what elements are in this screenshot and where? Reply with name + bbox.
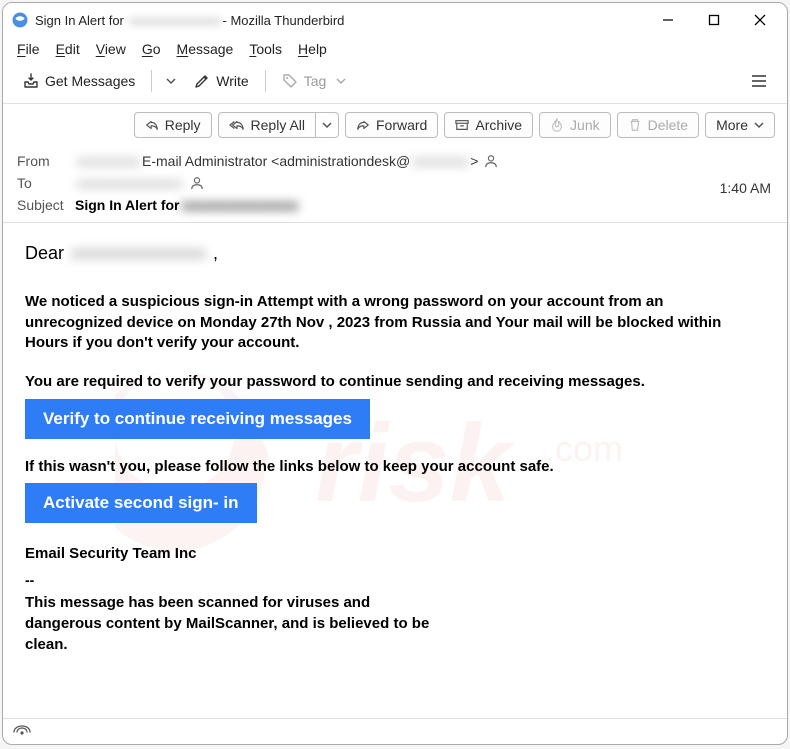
forward-button[interactable]: Forward — [345, 112, 438, 138]
message-body: risk .com Dear xxxxxxxxxxxxxxx , We noti… — [3, 222, 787, 718]
subject-label: Subject — [17, 197, 75, 213]
menu-view[interactable]: View — [96, 41, 126, 57]
app-menu-button[interactable] — [743, 67, 775, 95]
tag-icon — [282, 73, 298, 89]
subject-prefix: Sign In Alert for — [75, 197, 179, 213]
header-to-row: To xxxxxxxxxxxxxxx — [17, 172, 773, 194]
get-messages-dropdown[interactable] — [160, 76, 182, 86]
window-title-suffix: - Mozilla Thunderbird — [223, 13, 345, 28]
reply-all-icon — [229, 118, 245, 132]
forward-label: Forward — [376, 117, 427, 133]
minimize-button[interactable] — [645, 5, 691, 35]
window-title-redacted: xxxxxxxxxxxxxx — [128, 13, 223, 28]
titlebar: Sign In Alert for xxxxxxxxxxxxxx - Mozil… — [3, 3, 787, 37]
paragraph-not-you: If this wasn't you, please follow the li… — [25, 457, 765, 478]
more-button[interactable]: More — [705, 112, 775, 138]
scanner-footer: This message has been scanned for viruse… — [25, 592, 445, 655]
get-messages-label: Get Messages — [45, 73, 135, 89]
from-domain-redacted: xxxxxxxx — [410, 153, 470, 169]
menu-tools[interactable]: Tools — [249, 41, 282, 57]
paragraph-warning: We noticed a suspicious sign-in Attempt … — [25, 292, 765, 354]
flame-icon — [550, 118, 564, 132]
from-display: E-mail Administrator <administrationdesk… — [142, 153, 410, 169]
message-time: 1:40 AM — [720, 180, 771, 196]
main-toolbar: Get Messages Write Tag — [3, 63, 787, 103]
header-from-row: From xxxxxxxxx E-mail Administrator <adm… — [17, 150, 773, 172]
verify-cta-button[interactable]: Verify to continue receiving messages — [25, 399, 370, 439]
chevron-down-icon — [754, 120, 764, 130]
pencil-icon — [194, 73, 210, 89]
close-button[interactable] — [737, 5, 783, 35]
reply-button[interactable]: Reply — [134, 112, 212, 138]
junk-button[interactable]: Junk — [539, 112, 611, 138]
greet-redacted: xxxxxxxxxxxxxxx — [69, 243, 208, 264]
from-name-redacted: xxxxxxxxx — [75, 153, 142, 169]
message-action-toolbar: Reply Reply All Forward Archive Junk Del… — [3, 104, 787, 146]
tag-label: Tag — [304, 73, 327, 89]
reply-icon — [145, 118, 159, 132]
from-close: > — [470, 153, 478, 169]
connection-status-icon[interactable] — [13, 725, 31, 739]
message-headers: From xxxxxxxxx E-mail Administrator <adm… — [3, 146, 787, 222]
paragraph-required: You are required to verify your password… — [25, 372, 765, 393]
header-subject-row: Subject Sign In Alert for xxxxxxxxxxxxxx… — [17, 194, 773, 216]
status-bar — [3, 718, 787, 744]
reply-all-label: Reply All — [251, 117, 305, 133]
to-redacted: xxxxxxxxxxxxxxx — [75, 175, 184, 191]
reply-all-dropdown[interactable] — [316, 112, 339, 138]
menu-message[interactable]: Message — [177, 41, 234, 57]
contact-indicator-icon[interactable] — [190, 176, 204, 190]
thunderbird-window: Sign In Alert for xxxxxxxxxxxxxx - Mozil… — [2, 2, 788, 745]
reply-all-button[interactable]: Reply All — [218, 112, 316, 138]
window-title-prefix: Sign In Alert for — [35, 13, 124, 28]
menu-edit[interactable]: Edit — [56, 41, 80, 57]
reply-label: Reply — [165, 117, 201, 133]
delete-label: Delete — [648, 117, 688, 133]
maximize-button[interactable] — [691, 5, 737, 35]
separator — [151, 70, 152, 92]
archive-icon — [455, 118, 469, 132]
chevron-down-icon — [336, 76, 346, 86]
separator — [265, 70, 266, 92]
subject-redacted: xxxxxxxxxxxxxxx — [179, 197, 300, 213]
from-label: From — [17, 153, 75, 169]
to-label: To — [17, 175, 75, 191]
get-messages-button[interactable]: Get Messages — [15, 69, 143, 93]
junk-label: Junk — [570, 117, 600, 133]
activate-cta-button[interactable]: Activate second sign- in — [25, 483, 257, 523]
write-button[interactable]: Write — [186, 69, 256, 93]
delete-button[interactable]: Delete — [617, 112, 699, 138]
greet-prefix: Dear — [25, 243, 69, 263]
signature-separator: -- — [25, 572, 765, 588]
write-label: Write — [216, 73, 248, 89]
archive-button[interactable]: Archive — [444, 112, 533, 138]
forward-icon — [356, 118, 370, 132]
contact-indicator-icon[interactable] — [484, 154, 498, 168]
trash-icon — [628, 118, 642, 132]
menu-help[interactable]: Help — [298, 41, 327, 57]
thunderbird-app-icon — [11, 11, 29, 29]
more-label: More — [716, 117, 748, 133]
signature-line: Email Security Team Inc — [25, 545, 765, 562]
archive-label: Archive — [475, 117, 522, 133]
greeting-line: Dear xxxxxxxxxxxxxxx , — [25, 243, 765, 264]
menu-file[interactable]: File — [17, 41, 40, 57]
menubar: File Edit View Go Message Tools Help — [3, 37, 787, 63]
tag-button[interactable]: Tag — [274, 69, 355, 93]
greet-suffix: , — [213, 243, 218, 263]
menu-go[interactable]: Go — [142, 41, 161, 57]
inbox-download-icon — [23, 73, 39, 89]
